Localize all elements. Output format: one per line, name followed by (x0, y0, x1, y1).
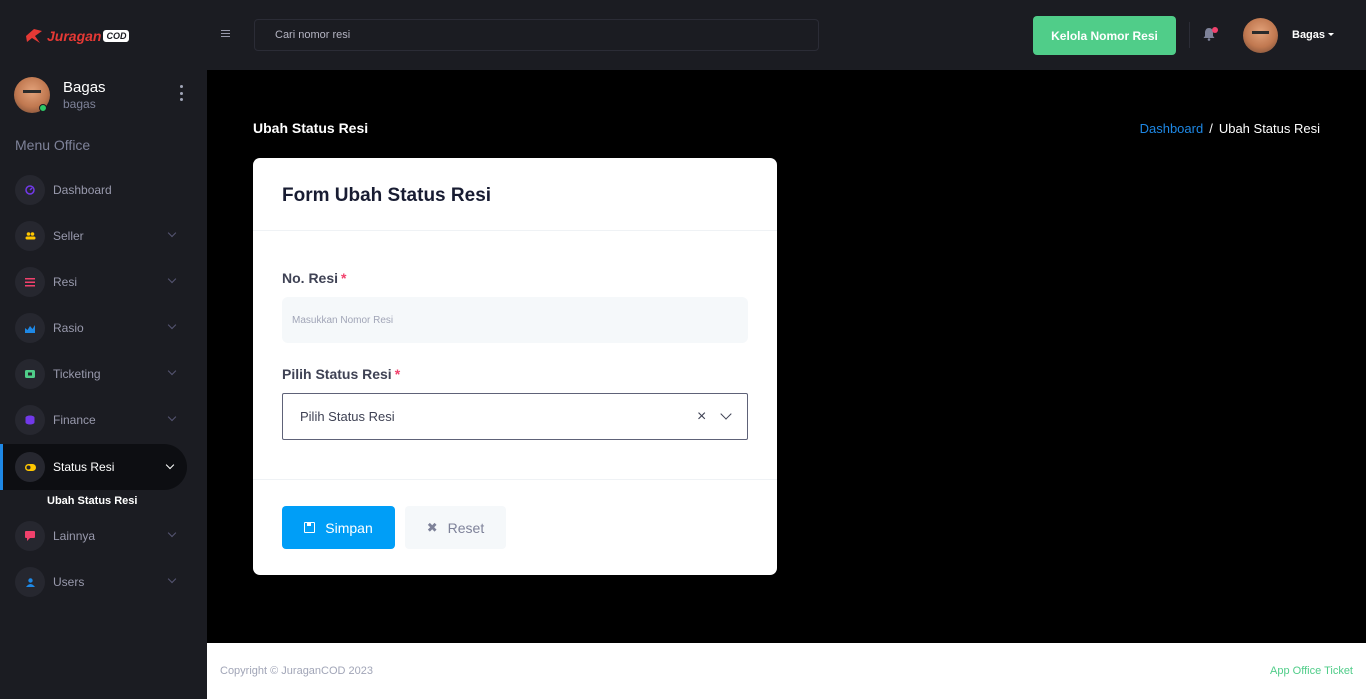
breadcrumb-current: Ubah Status Resi (1218, 121, 1320, 136)
list-icon (15, 267, 45, 297)
header-divider (1189, 22, 1190, 48)
chart-icon (15, 313, 45, 343)
sidebar-item-seller[interactable]: Seller (15, 221, 187, 251)
user-icon (15, 567, 45, 597)
kebab-menu-icon[interactable] (177, 85, 185, 101)
no-resi-input[interactable] (282, 297, 748, 343)
sidebar-item-label: Status Resi (53, 460, 115, 474)
required-mark: * (394, 366, 401, 382)
chevron-down-icon (165, 460, 175, 470)
online-status-icon (39, 104, 47, 112)
hamburger-menu-icon[interactable] (221, 30, 230, 37)
sidebar-item-label: Resi (53, 275, 78, 289)
status-resi-select[interactable]: Pilih Status Resi × (282, 393, 748, 440)
comment-icon (15, 521, 45, 551)
clear-icon[interactable]: × (697, 409, 706, 425)
reset-button[interactable]: ✖ Reset (405, 506, 506, 549)
chevron-down-icon[interactable] (720, 408, 732, 420)
copyright-text: Copyright © JuraganCOD 2023 (220, 665, 374, 677)
app-name-link[interactable]: App Office Ticket (1270, 665, 1353, 677)
notification-dot-icon (1212, 27, 1218, 33)
save-button[interactable]: Simpan (282, 506, 395, 549)
required-mark: * (341, 270, 347, 286)
sidebar-item-label: Finance (53, 413, 96, 427)
sidebar-item-status-resi[interactable]: Status Resi (0, 444, 187, 490)
chevron-down-icon (167, 320, 177, 330)
sidebar-item-ticketing[interactable]: Ticketing (15, 359, 187, 389)
header-user-name[interactable]: Bagas (1292, 29, 1325, 41)
ticket-icon (15, 359, 45, 389)
save-button-label: Simpan (325, 519, 373, 536)
sidebar-item-label: Dashboard (53, 183, 112, 197)
sidebar-item-dashboard[interactable]: Dashboard (15, 175, 187, 205)
status-resi-label-text: Pilih Status Resi (282, 366, 392, 382)
save-icon (304, 522, 316, 533)
close-icon: ✖ (426, 519, 438, 535)
reset-button-label: Reset (447, 519, 485, 536)
chevron-down-icon (167, 274, 177, 284)
search-input[interactable] (254, 19, 819, 51)
sidebar: Juragan COD Bagas bagas Menu Office Dash… (0, 0, 207, 699)
footer: Copyright © JuraganCOD 2023 App Office T… (207, 643, 1366, 699)
sidebar-item-label: Seller (53, 229, 84, 243)
breadcrumb: Dashboard / Ubah Status Resi (1140, 121, 1320, 136)
profile-username: bagas (63, 97, 96, 111)
app-logo[interactable]: Juragan COD (24, 26, 130, 46)
profile-name: Bagas (63, 79, 106, 96)
caret-down-icon[interactable] (1328, 33, 1334, 36)
card-divider (253, 230, 777, 231)
kelola-nomor-resi-button[interactable]: Kelola Nomor Resi (1033, 16, 1176, 55)
sidebar-profile: Bagas bagas (14, 77, 194, 113)
breadcrumb-link-dashboard[interactable]: Dashboard (1140, 121, 1204, 136)
chevron-down-icon (167, 528, 177, 538)
menu-section-title: Menu Office (15, 137, 91, 153)
users-icon (15, 221, 45, 251)
chevron-down-icon (167, 366, 177, 376)
chevron-down-icon (167, 574, 177, 584)
breadcrumb-separator: / (1209, 121, 1213, 136)
no-resi-label-text: No. Resi (282, 270, 339, 286)
dashboard-icon (15, 175, 45, 205)
sidebar-item-finance[interactable]: Finance (15, 405, 187, 435)
page-title: Ubah Status Resi (253, 120, 369, 136)
no-resi-label: No. Resi * (282, 270, 346, 286)
select-value: Pilih Status Resi (300, 409, 395, 424)
logo-suffix: COD (103, 30, 130, 42)
card-divider (253, 479, 777, 480)
sidebar-item-label: Ticketing (53, 367, 101, 381)
sidebar-item-rasio[interactable]: Rasio (15, 313, 187, 343)
status-resi-label: Pilih Status Resi * (282, 366, 400, 382)
form-card: Form Ubah Status Resi No. Resi* Pilih St… (253, 158, 777, 575)
chevron-down-icon (167, 412, 177, 422)
finance-icon (15, 405, 45, 435)
chevron-down-icon (167, 228, 177, 238)
header-avatar[interactable] (1243, 18, 1278, 53)
sidebar-item-lainnya[interactable]: Lainnya (15, 521, 187, 551)
sidebar-item-users[interactable]: Users (15, 567, 187, 597)
sidebar-item-label: Lainnya (53, 529, 96, 543)
sidebar-item-label: Users (53, 575, 85, 589)
toggle-icon (15, 452, 45, 482)
top-header: Kelola Nomor Resi Bagas (207, 0, 1366, 70)
sidebar-item-label: Rasio (53, 321, 84, 335)
logo-mark-icon (26, 29, 42, 43)
logo-text: Juragan (47, 28, 102, 44)
submenu-item-ubah-status-resi[interactable]: Ubah Status Resi (47, 495, 137, 507)
sidebar-item-resi[interactable]: Resi (15, 267, 187, 297)
form-title: Form Ubah Status Resi (282, 185, 492, 206)
